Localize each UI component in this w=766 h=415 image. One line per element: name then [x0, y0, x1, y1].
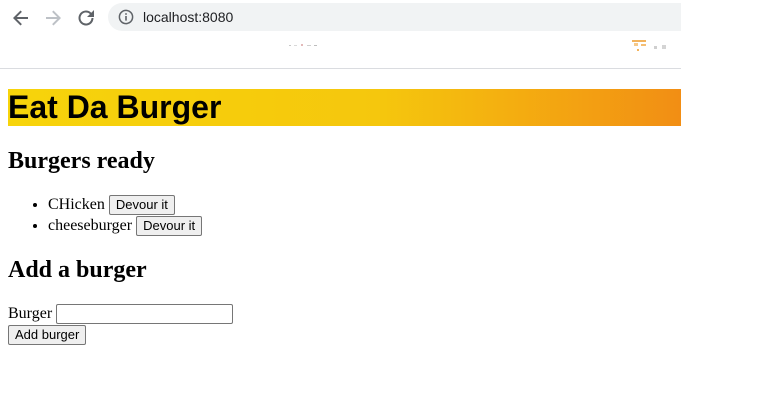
- extension-icon[interactable]: [632, 40, 668, 52]
- burger-form-row: Burger: [8, 303, 234, 325]
- arrow-right-icon: [46, 10, 61, 26]
- bookmark-favicon-icon[interactable]: [289, 44, 319, 47]
- devour-button[interactable]: Devour it: [108, 195, 175, 216]
- arrow-left-icon: [13, 10, 28, 26]
- reload-button[interactable]: [75, 7, 97, 29]
- address-bar[interactable]: localhost:8080: [108, 3, 681, 31]
- page-body: Eat Da Burger Burgers ready CHicken Devo…: [0, 69, 766, 415]
- burgers-ready-list: CHicken Devour it cheeseburger Devour it: [8, 194, 203, 237]
- url-text[interactable]: localhost:8080: [143, 9, 233, 25]
- burger-name: cheeseburger: [48, 217, 133, 234]
- burger-name-input[interactable]: [56, 304, 234, 325]
- bookmarks-bar: [0, 34, 681, 67]
- add-burger-heading: Add a burger: [8, 257, 147, 283]
- list-item: cheeseburger Devour it: [48, 215, 203, 237]
- list-item: CHicken Devour it: [48, 194, 202, 216]
- browser-window: localhost:8080 Eat Da Burger Burgers rea…: [0, 0, 766, 415]
- burger-name: CHicken: [48, 196, 105, 213]
- add-burger-button[interactable]: Add burger: [8, 325, 87, 345]
- submit-row: Add burger: [8, 325, 87, 345]
- back-button[interactable]: [10, 7, 32, 29]
- info-icon[interactable]: [118, 9, 134, 25]
- burgers-ready-heading: Burgers ready: [8, 148, 155, 174]
- page-title-banner: Eat Da Burger: [8, 89, 681, 126]
- forward-button[interactable]: [42, 7, 64, 29]
- burger-field-label: Burger: [8, 305, 53, 322]
- devour-button[interactable]: Devour it: [136, 216, 203, 237]
- browser-toolbar: localhost:8080: [0, 0, 681, 69]
- reload-icon: [78, 10, 94, 26]
